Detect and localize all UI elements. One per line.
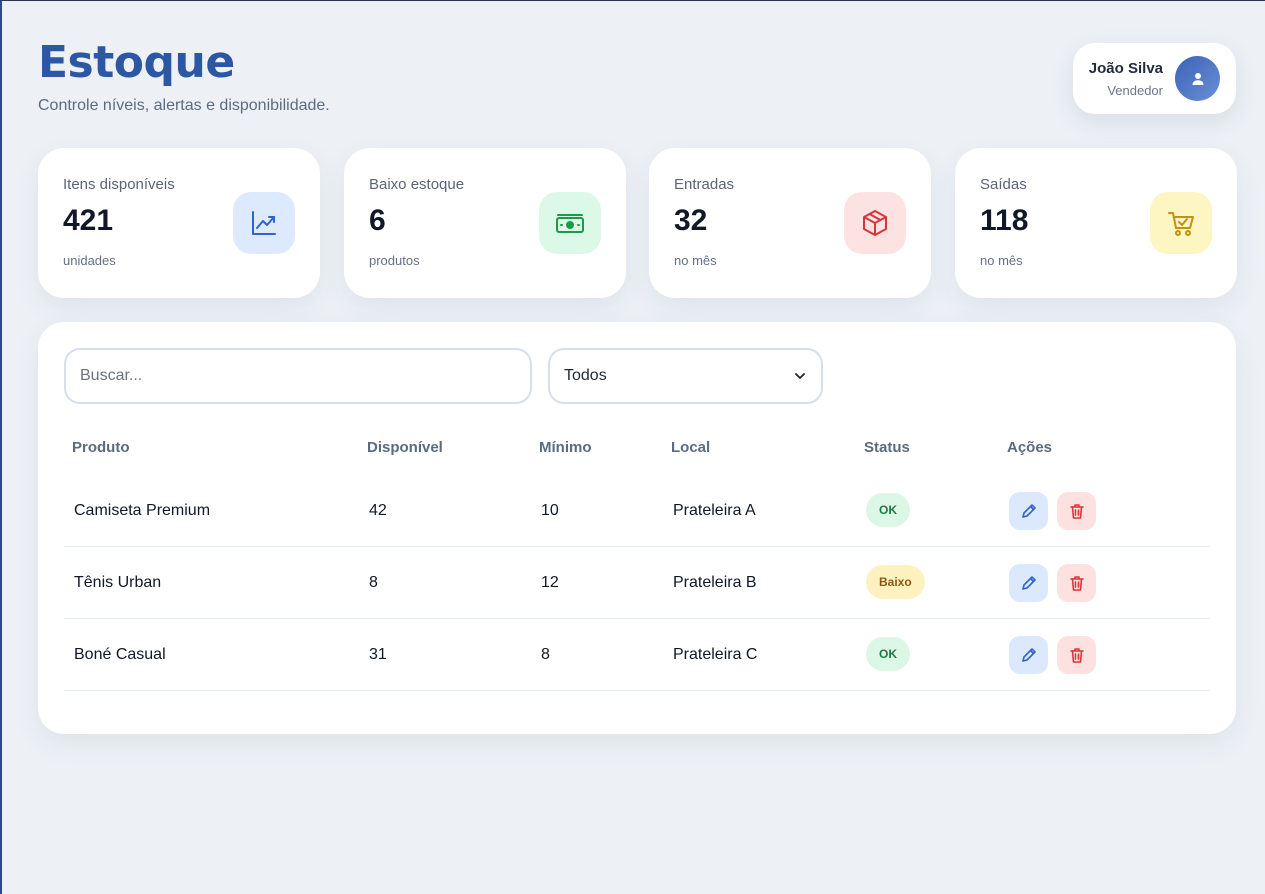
pencil-icon [1021, 576, 1036, 590]
delete-button[interactable] [1057, 636, 1096, 674]
column-header-acoes: Ações [1007, 439, 1053, 456]
stat-card-available: Itens disponíveis 421 unidades [38, 148, 320, 298]
status-badge: Baixo [866, 565, 925, 599]
trash-icon [1069, 648, 1084, 663]
cell-produto: Camiseta Premium [74, 502, 211, 519]
stat-icon-box [233, 192, 295, 254]
edit-button[interactable] [1009, 564, 1048, 602]
stat-unit: no mês [980, 253, 1023, 268]
stat-unit: no mês [674, 253, 717, 268]
chevron-down-icon [795, 373, 805, 379]
cell-disponivel: 31 [369, 646, 387, 663]
user-card[interactable]: João Silva Vendedor [1073, 43, 1236, 114]
stat-label: Itens disponíveis [63, 176, 175, 193]
cell-local: Prateleira A [673, 502, 756, 519]
package-icon [863, 210, 887, 236]
stat-label: Baixo estoque [369, 176, 465, 193]
pencil-icon [1021, 504, 1036, 518]
column-header-produto: Produto [72, 439, 130, 456]
stat-unit: unidades [63, 253, 116, 268]
cell-produto: Boné Casual [74, 646, 166, 663]
stat-card-entries: Entradas 32 no mês [649, 148, 931, 298]
cell-minimo: 10 [541, 502, 559, 519]
cell-local: Prateleira C [673, 646, 758, 663]
stat-card-low-stock: Baixo estoque 6 produtos [344, 148, 626, 298]
column-header-status: Status [864, 439, 910, 456]
delete-button[interactable] [1057, 564, 1096, 602]
trash-icon [1069, 576, 1084, 591]
table-row: Boné Casual 31 8 Prateleira C OK [64, 619, 1210, 691]
stat-icon-box [1150, 192, 1212, 254]
stat-icon-box [844, 192, 906, 254]
column-header-disponivel: Disponível [367, 439, 443, 456]
status-filter-select[interactable]: Todos [548, 348, 823, 404]
stat-label: Saídas [980, 176, 1027, 193]
page-subtitle: Controle níveis, alertas e disponibilida… [38, 97, 330, 114]
user-info: João Silva Vendedor [1089, 60, 1163, 98]
edit-button[interactable] [1009, 492, 1048, 530]
cart-icon [1168, 212, 1194, 236]
avatar[interactable] [1175, 56, 1220, 101]
table-row: Tênis Urban 8 12 Prateleira B Baixo [64, 547, 1210, 619]
cell-disponivel: 8 [369, 574, 378, 591]
cell-minimo: 8 [541, 646, 550, 663]
column-header-minimo: Mínimo [539, 439, 592, 456]
stat-label: Entradas [674, 176, 735, 193]
search-input[interactable] [64, 348, 532, 404]
status-badge: OK [866, 493, 910, 527]
cell-produto: Tênis Urban [74, 574, 162, 591]
cell-minimo: 12 [541, 574, 559, 591]
stat-icon-box [539, 192, 601, 254]
delete-button[interactable] [1057, 492, 1096, 530]
pencil-icon [1021, 648, 1036, 662]
column-header-local: Local [671, 439, 711, 456]
status-badge: OK [866, 637, 910, 671]
table-row: Camiseta Premium 42 10 Prateleira A OK [64, 475, 1210, 547]
cell-local: Prateleira B [673, 574, 757, 591]
trending-up-icon [252, 211, 276, 235]
inventory-panel: Todos Produto Disponível Mínimo Local St… [38, 322, 1236, 734]
page-title: Estoque [38, 37, 235, 88]
trash-icon [1069, 504, 1084, 519]
edit-button[interactable] [1009, 636, 1048, 674]
stat-value: 32 [674, 204, 708, 237]
user-icon [1192, 72, 1203, 85]
money-icon [556, 214, 584, 233]
stat-value: 421 [63, 204, 114, 237]
stat-value: 6 [369, 204, 386, 237]
user-role: Vendedor [1107, 82, 1163, 98]
cell-disponivel: 42 [369, 502, 387, 519]
status-filter-value: Todos [564, 367, 607, 384]
stat-unit: produtos [369, 253, 420, 268]
stat-card-exits: Saídas 118 no mês [955, 148, 1237, 298]
stat-value: 118 [980, 204, 1029, 237]
user-name: João Silva [1088, 59, 1163, 77]
